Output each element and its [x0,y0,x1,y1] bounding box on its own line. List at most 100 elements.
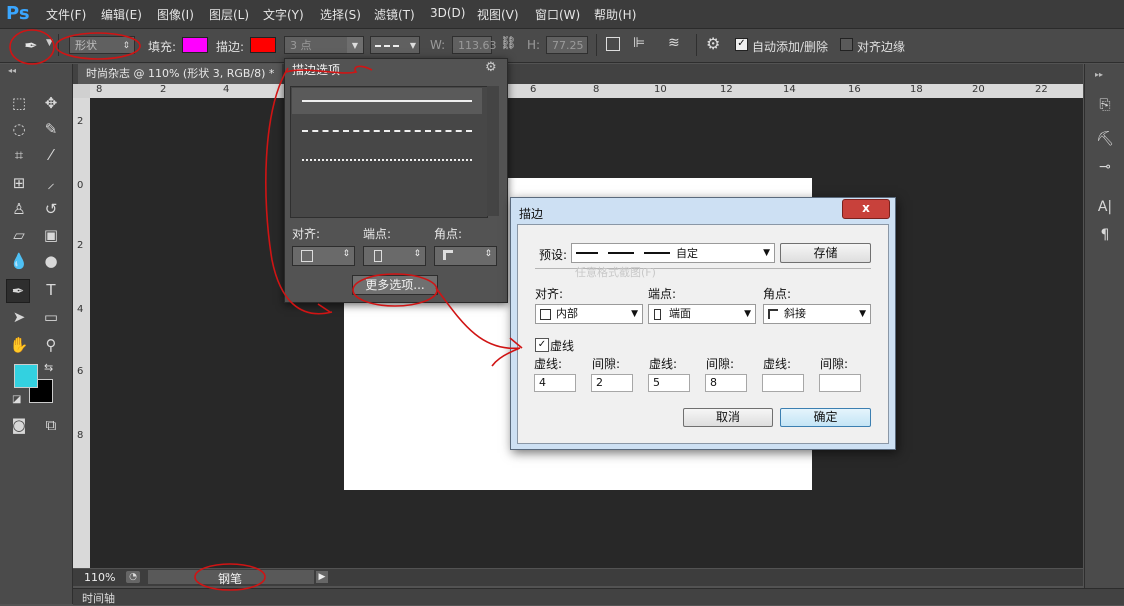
tool-mode-dropdown[interactable]: 形状 ⇕ [69,36,135,54]
stroke-type-solid[interactable] [292,88,482,114]
menu-view[interactable]: 视图(V) [477,6,519,23]
history-panel-icon[interactable]: ⎘ [1094,94,1116,116]
stroke-type-dashed[interactable] [292,118,482,144]
hand-tool-icon[interactable]: ✋ [8,334,30,356]
link-icon[interactable]: ⛓ [500,36,517,51]
horizontal-ruler[interactable]: 8 2 4 6 8 10 12 14 16 18 20 22 [90,84,1083,99]
save-preset-button[interactable]: 存储 [780,243,871,263]
align-edges-checkbox[interactable] [840,38,853,51]
chevron-down-icon[interactable]: ▼ [46,38,53,48]
stroke-list-scrollbar[interactable] [487,86,499,216]
gear-icon[interactable]: ⚙ [706,34,720,53]
caps-dropdown[interactable]: ⇕ [363,246,426,266]
clone-stamp-icon[interactable]: ♙ [8,198,30,220]
ruler-label: 2 [77,116,84,127]
collapse-icon[interactable]: ◂◂ [8,66,16,75]
gap-2-input[interactable]: 8 [705,374,747,392]
marquee-tool-icon[interactable]: ⬚ [8,92,30,114]
pen-tool-preset-icon[interactable]: ✒ [20,35,42,57]
ruler-label: 10 [654,84,667,95]
crop-tool-icon[interactable]: ⌗ [8,144,30,166]
blur-tool-icon[interactable]: 💧 [8,250,30,272]
gradient-tool-icon[interactable]: ▣ [40,224,62,246]
move-tool-icon[interactable]: ✥ [40,92,62,114]
menu-help[interactable]: 帮助(H) [594,6,636,23]
healing-brush-icon[interactable]: ⊞ [8,172,30,194]
type-tool-icon[interactable]: T [40,279,62,301]
quick-select-tool-icon[interactable]: ✎ [40,118,62,140]
menu-3d[interactable]: 3D(D) [430,6,465,20]
eraser-tool-icon[interactable]: ▱ [8,224,30,246]
menu-window[interactable]: 窗口(W) [535,6,580,23]
pen-tool-icon[interactable]: ✒ [6,279,30,303]
menu-type[interactable]: 文字(Y) [263,6,304,23]
dialog-caps-dropdown[interactable]: 端面 ▼ [648,304,756,324]
dialog-align-value: 内部 [556,307,578,320]
gap-1-input[interactable]: 2 [591,374,633,392]
history-brush-icon[interactable]: ↺ [40,198,62,220]
timeline-panel-bar[interactable] [73,588,1124,605]
menu-filter[interactable]: 滤镜(T) [374,6,415,23]
ruler-label: 6 [530,84,537,95]
swap-colors-icon[interactable]: ⇆ [44,361,53,374]
dodge-tool-icon[interactable]: ● [40,250,62,272]
status-menu-arrow-icon[interactable]: ▶ [316,571,328,583]
menu-select[interactable]: 选择(S) [320,6,361,23]
preset-dropdown[interactable]: 自定 ▼ [571,243,775,263]
dash-1-input[interactable]: 4 [534,374,576,392]
tool-presets-icon[interactable]: ⛏ [1094,128,1116,150]
document-tab[interactable]: 时尚杂志 @ 110% (形状 3, RGB/8) * [78,64,283,84]
path-selection-icon[interactable]: ➤ [8,306,30,328]
corners-dropdown[interactable]: ⇕ [434,246,497,266]
menu-image[interactable]: 图像(I) [157,6,194,23]
zoom-level[interactable]: 110% [84,571,115,584]
dialog-corners-dropdown[interactable]: 斜接 ▼ [763,304,871,324]
stroke-width-field[interactable]: 3 点 ▼ [284,36,364,54]
default-colors-icon[interactable]: ◪ [12,394,21,405]
rectangle-tool-icon[interactable]: ▭ [40,306,62,328]
gap-3-input[interactable] [819,374,861,392]
stroke-type-dotted[interactable] [292,147,482,173]
path-alignment-icon[interactable]: ⊫ [633,35,645,51]
ok-button[interactable]: 确定 [780,408,871,427]
zoom-tool-icon[interactable]: ⚲ [40,334,62,356]
menu-layer[interactable]: 图层(L) [209,6,249,23]
paragraph-panel-icon[interactable]: ¶ [1094,224,1116,246]
close-icon[interactable]: x [842,199,890,219]
quick-mask-icon[interactable]: ◙ [8,414,30,436]
screen-mode-icon[interactable]: ⧉ [40,414,62,436]
stroke-swatch[interactable] [250,37,276,53]
eyedropper-tool-icon[interactable]: ⁄ [40,144,62,166]
align-dropdown[interactable]: ⇕ [292,246,355,266]
ruler-origin[interactable] [73,84,90,98]
dash-3-input[interactable] [762,374,804,392]
character-panel-icon[interactable]: A| [1094,196,1116,218]
gear-icon[interactable]: ⚙ [485,60,497,75]
stroke-type-dropdown[interactable]: ▼ [370,36,420,54]
brush-tool-icon[interactable]: ⸝ [40,172,62,194]
brush-presets-icon[interactable]: ⊸ [1094,156,1116,178]
ruler-label: 4 [223,84,230,95]
more-options-button[interactable]: 更多选项... [352,275,438,295]
height-field[interactable]: 77.25 [546,36,588,54]
path-operations-icon[interactable] [606,37,620,51]
menu-edit[interactable]: 编辑(E) [101,6,142,23]
lasso-tool-icon[interactable]: ◌ [8,118,30,140]
cancel-button[interactable]: 取消 [683,408,773,427]
dialog-corners-value: 斜接 [784,307,806,320]
path-arrangement-icon[interactable]: ≋ [668,35,680,51]
expand-panels-icon[interactable]: ▸▸ [1095,70,1103,79]
foreground-color-swatch[interactable] [14,364,38,388]
dialog-align-label: 对齐: [535,287,564,301]
auto-add-delete-checkbox[interactable]: ✓ [735,38,748,51]
width-field[interactable]: 113.63 [452,36,497,54]
dashed-line-checkbox[interactable]: ✓ [535,338,549,352]
dash-label: 虚线: [534,357,563,371]
dialog-align-dropdown[interactable]: 内部 ▼ [535,304,643,324]
vertical-ruler[interactable]: 2 0 2 4 6 8 [73,98,91,568]
document-info-icon[interactable]: ◔ [126,571,140,583]
fill-swatch[interactable] [182,37,208,53]
dash-2-input[interactable]: 5 [648,374,690,392]
ruler-label: 0 [77,180,84,191]
menu-file[interactable]: 文件(F) [46,6,86,23]
